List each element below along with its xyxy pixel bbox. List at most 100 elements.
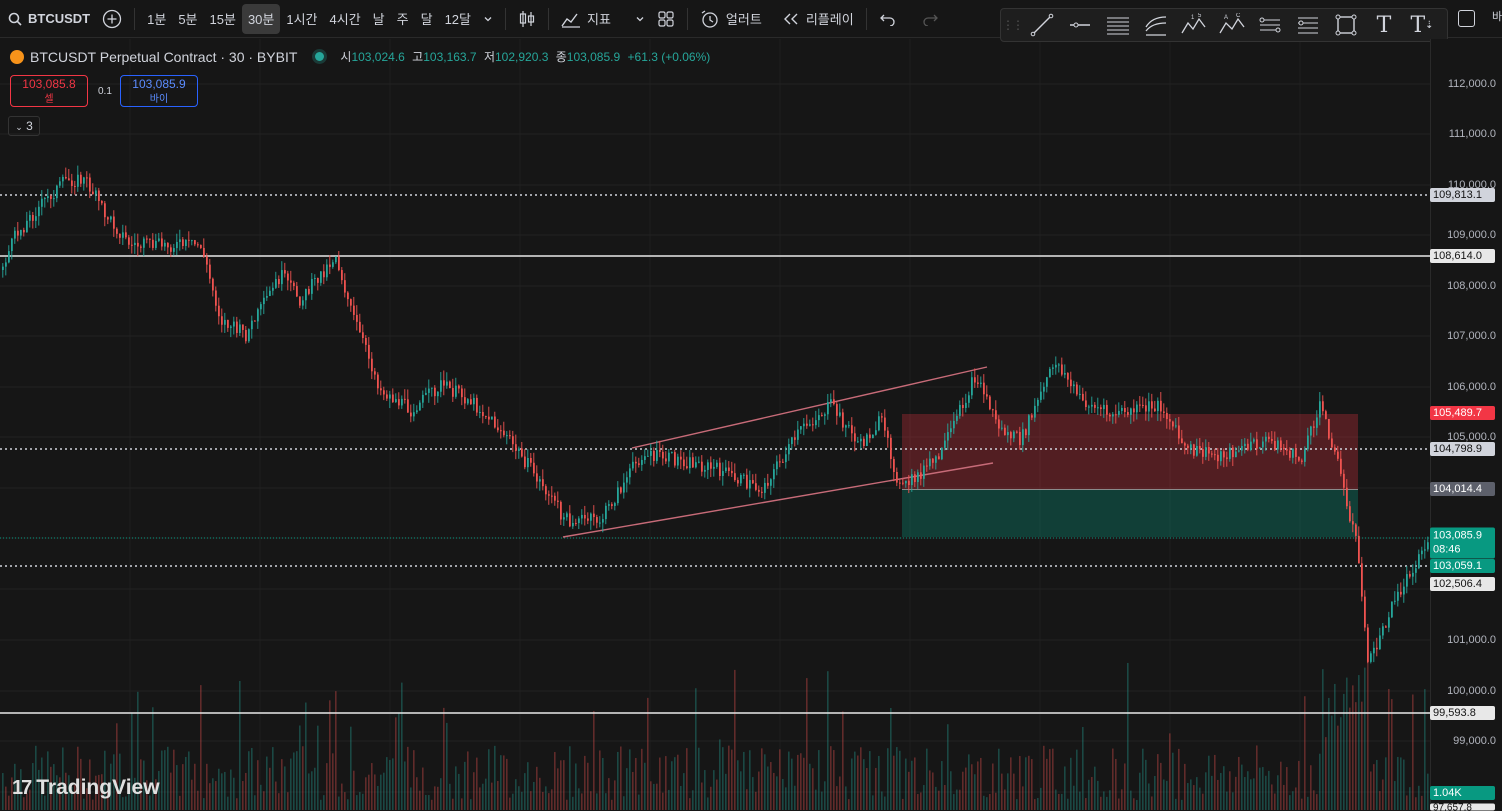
text-icon[interactable]: T bbox=[1365, 10, 1403, 40]
volume-bar bbox=[1076, 749, 1078, 810]
volume-bar bbox=[1370, 771, 1372, 810]
candle-body bbox=[1025, 429, 1027, 436]
volume-bar bbox=[1037, 798, 1039, 810]
volume-bar bbox=[1046, 758, 1048, 810]
volume-bar bbox=[944, 785, 946, 810]
candle-body bbox=[101, 200, 103, 204]
volume-bar bbox=[224, 771, 226, 810]
volume-bar bbox=[830, 746, 832, 810]
candle-body bbox=[53, 198, 55, 200]
sell-button[interactable]: 103,085.8 셀 bbox=[10, 75, 88, 107]
candle-body bbox=[893, 459, 895, 473]
chart-area[interactable] bbox=[0, 39, 1430, 810]
interval-month[interactable]: 달 bbox=[415, 4, 439, 34]
legend-title[interactable]: BTCUSDT Perpetual Contract · 30 · BYBIT bbox=[30, 49, 297, 65]
volume-bar bbox=[650, 781, 652, 810]
volume-bar bbox=[302, 746, 304, 810]
candle-body bbox=[1043, 386, 1045, 392]
candle-body bbox=[1034, 405, 1036, 418]
interval-1h[interactable]: 1시간 bbox=[280, 4, 323, 34]
abcd-pattern-icon[interactable]: AC bbox=[1213, 10, 1251, 40]
volume-bar bbox=[356, 795, 358, 810]
candle-body bbox=[881, 416, 883, 418]
candle-body bbox=[1259, 447, 1261, 449]
volume-bar bbox=[1034, 799, 1036, 810]
layouts-button[interactable] bbox=[651, 4, 681, 34]
volume-bar bbox=[1238, 756, 1240, 810]
candle-body bbox=[863, 438, 865, 446]
interval-1m[interactable]: 1분 bbox=[141, 4, 172, 34]
date-range-icon[interactable] bbox=[1251, 10, 1289, 40]
volume-bar bbox=[407, 746, 409, 810]
interval-day[interactable]: 날 bbox=[367, 4, 391, 34]
volume-bar bbox=[1283, 784, 1285, 810]
interval-12month[interactable]: 12달 bbox=[439, 4, 477, 34]
compare-symbol-button[interactable] bbox=[96, 4, 128, 34]
candle-body bbox=[1100, 407, 1102, 410]
trend-line-icon[interactable] bbox=[1023, 10, 1061, 40]
candle-body bbox=[989, 396, 991, 410]
indicator-collapse-toggle[interactable]: ⌄ 3 bbox=[8, 116, 40, 136]
volume-bar bbox=[257, 760, 259, 810]
search-icon bbox=[8, 12, 22, 26]
volume-bar bbox=[1208, 755, 1210, 810]
undo-button[interactable] bbox=[873, 4, 903, 34]
alert-button[interactable]: 얼러트 bbox=[694, 4, 768, 34]
fullscreen-icon[interactable] bbox=[1458, 10, 1475, 27]
chart-type-button[interactable] bbox=[512, 4, 542, 34]
volume-bar bbox=[1094, 766, 1096, 810]
buy-button[interactable]: 103,085.9 바이 bbox=[120, 75, 198, 107]
price-range-icon[interactable] bbox=[1289, 10, 1327, 40]
close-value: 103,085.9 bbox=[566, 50, 621, 64]
rectangle-icon[interactable] bbox=[1327, 10, 1365, 40]
candle-body bbox=[773, 469, 775, 480]
candle-body bbox=[1295, 448, 1297, 457]
horizontal-ray-icon[interactable] bbox=[1061, 10, 1099, 40]
replay-button[interactable]: 리플레이 bbox=[776, 4, 860, 34]
candle-body bbox=[1139, 404, 1141, 406]
candle-body bbox=[1070, 379, 1072, 387]
interval-30m[interactable]: 30분 bbox=[241, 3, 281, 34]
volume-bar bbox=[878, 755, 880, 810]
volume-bar bbox=[266, 756, 268, 810]
candle-body bbox=[482, 412, 484, 417]
candle-body bbox=[971, 377, 973, 396]
drag-handle-icon[interactable]: ⋮⋮ bbox=[1001, 18, 1024, 32]
volume-bar bbox=[632, 771, 634, 810]
volume-bar bbox=[308, 773, 310, 810]
interval-15m[interactable]: 15분 bbox=[204, 4, 242, 34]
volume-bar bbox=[488, 749, 490, 810]
volume-bar bbox=[296, 751, 298, 810]
redo-button[interactable] bbox=[915, 4, 945, 34]
volume-bar bbox=[1118, 798, 1120, 810]
tradingview-logo[interactable]: 17 TradingView bbox=[12, 776, 160, 800]
interval-week[interactable]: 주 bbox=[391, 4, 415, 34]
candle-body bbox=[275, 278, 277, 288]
candle-body bbox=[830, 399, 832, 403]
xabcd-pattern-icon[interactable]: 15 bbox=[1175, 10, 1213, 40]
interval-4h[interactable]: 4시간 bbox=[324, 4, 367, 34]
alarm-clock-icon bbox=[701, 9, 718, 28]
symbol-search[interactable]: BTCUSDT bbox=[0, 4, 96, 34]
candle-body bbox=[476, 397, 478, 413]
interval-dropdown[interactable] bbox=[477, 4, 499, 34]
volume-bar bbox=[1328, 697, 1330, 810]
volume-bar bbox=[386, 757, 388, 810]
candle-body bbox=[245, 329, 247, 342]
candle-body bbox=[593, 513, 595, 518]
volume-bar bbox=[677, 754, 679, 810]
indicators-button[interactable]: 지표 bbox=[555, 4, 617, 34]
volume-bar bbox=[338, 796, 340, 810]
candle-body bbox=[569, 513, 571, 527]
pitchfork-icon[interactable] bbox=[1137, 10, 1175, 40]
candle-body bbox=[803, 423, 805, 427]
parallel-channel-icon[interactable] bbox=[1099, 10, 1137, 40]
candle-body bbox=[860, 438, 862, 442]
candle-body bbox=[833, 399, 835, 405]
volume-bar bbox=[305, 702, 307, 810]
indicators-dropdown[interactable] bbox=[629, 4, 651, 34]
candle-body bbox=[635, 461, 637, 464]
interval-5m[interactable]: 5분 bbox=[172, 4, 203, 34]
price-axis[interactable]: 112,000.0 111,000.0 110,000.0 109,000.0 … bbox=[1430, 39, 1502, 810]
anchored-text-icon[interactable]: T ⇣ bbox=[1403, 10, 1441, 40]
